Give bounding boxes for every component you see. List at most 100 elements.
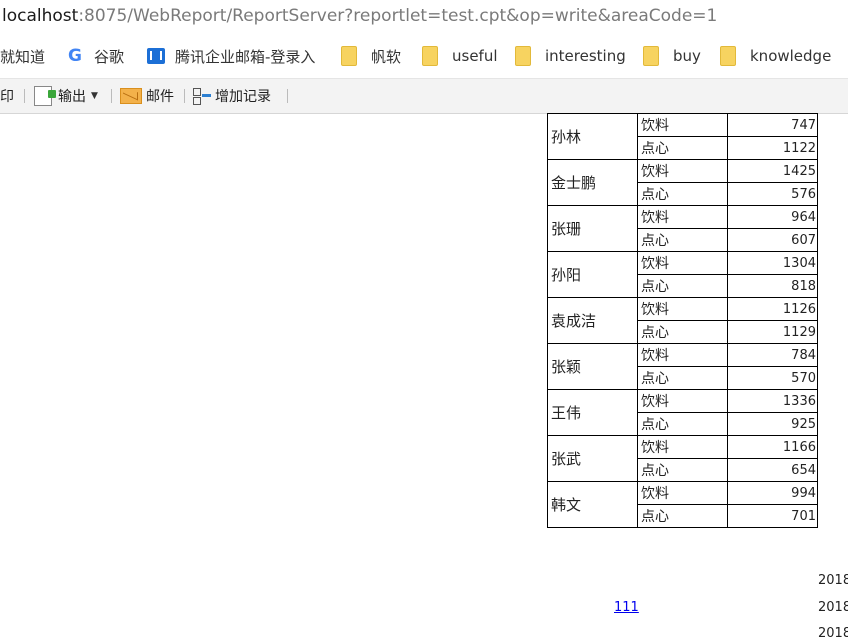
table-row: 韩文 饮料 994 <box>547 481 818 528</box>
folder-icon <box>515 46 531 66</box>
bookmark-folder-interesting[interactable]: interesting <box>515 40 626 72</box>
export-icon <box>34 86 56 106</box>
folder-icon <box>720 46 736 66</box>
year-cell: 2018 <box>818 573 848 588</box>
bookmark-label: knowledge <box>750 47 832 65</box>
category-cell[interactable]: 饮料 <box>637 389 728 413</box>
print-label: 印 <box>0 89 14 105</box>
print-button[interactable]: 印 <box>0 79 14 113</box>
category-cell[interactable]: 饮料 <box>637 343 728 367</box>
table-row: 金士鹏 饮料 1425 <box>547 159 818 206</box>
bookmark-label: interesting <box>545 47 626 65</box>
category-cell[interactable]: 点心 <box>637 412 728 436</box>
folder-icon <box>341 46 357 66</box>
bookmark-folder-fanruan[interactable]: 帆软 <box>341 40 401 72</box>
value-cell[interactable]: 570 <box>727 366 818 390</box>
add-record-button[interactable]: 增加记录 <box>193 79 271 113</box>
chevron-down-icon: ▼ <box>91 91 98 101</box>
category-cell[interactable]: 点心 <box>637 274 728 298</box>
category-cell[interactable]: 饮料 <box>637 159 728 183</box>
bookmark-folder-buy[interactable]: buy <box>643 40 701 72</box>
value-cell[interactable]: 1425 <box>727 159 818 183</box>
salesperson-cell[interactable]: 张颖 <box>547 343 638 390</box>
category-cell[interactable]: 饮料 <box>637 251 728 275</box>
toolbar-divider <box>184 89 185 103</box>
salesperson-cell[interactable]: 王伟 <box>547 389 638 436</box>
export-button[interactable]: 输出 ▼ <box>34 79 98 113</box>
value-cell[interactable]: 1304 <box>727 251 818 275</box>
category-cell[interactable]: 点心 <box>637 504 728 528</box>
salesperson-cell[interactable]: 金士鹏 <box>547 159 638 206</box>
bookmark-label: 就知道 <box>0 47 46 66</box>
value-cell[interactable]: 818 <box>727 274 818 298</box>
bookmark-label: 帆软 <box>371 47 402 66</box>
bookmark-label: 腾讯企业邮箱-登录入 <box>175 47 316 66</box>
salesperson-cell[interactable]: 张武 <box>547 435 638 482</box>
report-link[interactable]: 111 <box>614 600 639 615</box>
salesperson-cell[interactable]: 孙阳 <box>547 251 638 298</box>
folder-icon <box>643 46 659 66</box>
export-label: 输出 <box>58 89 86 105</box>
value-cell[interactable]: 964 <box>727 205 818 229</box>
google-icon: G <box>68 46 82 66</box>
value-cell[interactable]: 654 <box>727 458 818 482</box>
add-record-label: 增加记录 <box>215 89 271 105</box>
toolbar-divider <box>287 89 288 103</box>
url-text[interactable]: localhost:8075/WebReport/ReportServer?re… <box>2 6 717 26</box>
value-cell[interactable]: 925 <box>727 412 818 436</box>
toolbar-divider <box>24 89 25 103</box>
salesperson-cell[interactable]: 孙林 <box>547 113 638 160</box>
value-cell[interactable]: 1166 <box>727 435 818 459</box>
category-cell[interactable]: 点心 <box>637 366 728 390</box>
value-cell[interactable]: 1126 <box>727 297 818 321</box>
salesperson-cell[interactable]: 袁成洁 <box>547 297 638 344</box>
table-row: 袁成洁 饮料 1126 <box>547 297 818 344</box>
folder-icon <box>422 46 438 66</box>
category-cell[interactable]: 饮料 <box>637 297 728 321</box>
category-cell[interactable]: 点心 <box>637 228 728 252</box>
address-bar[interactable]: localhost:8075/WebReport/ReportServer?re… <box>0 0 848 33</box>
bookmark-google[interactable]: G 谷歌 <box>68 40 124 72</box>
email-button[interactable]: 邮件 <box>120 79 174 113</box>
value-cell[interactable]: 747 <box>727 113 818 137</box>
bookmark-label: buy <box>673 47 701 65</box>
bookmark-folder-useful[interactable]: useful <box>422 40 498 72</box>
salesperson-cell[interactable]: 张珊 <box>547 205 638 252</box>
report-toolbar: 印 输出 ▼ 邮件 增加记录 <box>0 78 848 114</box>
bookmark-item[interactable]: 就知道 <box>0 40 45 72</box>
toolbar-divider <box>111 89 112 103</box>
table-row: 张武 饮料 1166 <box>547 435 818 482</box>
value-cell[interactable]: 1122 <box>727 136 818 160</box>
table-row: 孙阳 饮料 1304 <box>547 251 818 298</box>
table-row: 张珊 饮料 964 <box>547 205 818 252</box>
url-path: :8075/WebReport/ReportServer?reportlet=t… <box>78 6 718 26</box>
table-row: 孙林 饮料 747 <box>547 113 818 160</box>
value-cell[interactable]: 994 <box>727 481 818 505</box>
bookmark-label: 谷歌 <box>93 47 124 66</box>
category-cell[interactable]: 饮料 <box>637 205 728 229</box>
envelope-icon <box>120 88 142 104</box>
category-cell[interactable]: 点心 <box>637 182 728 206</box>
category-cell[interactable]: 饮料 <box>637 113 728 137</box>
bookmark-folder-knowledge[interactable]: knowledge <box>720 40 831 72</box>
value-cell[interactable]: 607 <box>727 228 818 252</box>
value-cell[interactable]: 1129 <box>727 320 818 344</box>
category-cell[interactable]: 点心 <box>637 458 728 482</box>
tencent-mail-icon <box>147 48 165 64</box>
category-cell[interactable]: 点心 <box>637 320 728 344</box>
bookmarks-bar: 就知道 G 谷歌 腾讯企业邮箱-登录入 帆软 useful interestin… <box>0 40 848 72</box>
add-record-icon <box>193 88 211 105</box>
table-row: 王伟 饮料 1336 <box>547 389 818 436</box>
category-cell[interactable]: 点心 <box>637 136 728 160</box>
category-cell[interactable]: 饮料 <box>637 481 728 505</box>
year-cell: 2018 <box>818 600 848 615</box>
category-cell[interactable]: 饮料 <box>637 435 728 459</box>
value-cell[interactable]: 576 <box>727 182 818 206</box>
value-cell[interactable]: 1336 <box>727 389 818 413</box>
bookmark-label: useful <box>452 47 498 65</box>
salesperson-cell[interactable]: 韩文 <box>547 481 638 528</box>
value-cell[interactable]: 784 <box>727 343 818 367</box>
bookmark-tencent-mail[interactable]: 腾讯企业邮箱-登录入 <box>147 40 315 72</box>
table-row: 张颖 饮料 784 <box>547 343 818 390</box>
value-cell[interactable]: 701 <box>727 504 818 528</box>
